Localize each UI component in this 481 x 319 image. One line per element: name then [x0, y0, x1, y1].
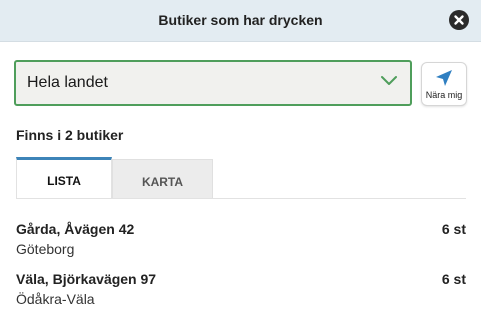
near-me-button[interactable]: Nära mig — [421, 62, 467, 106]
store-quantity: 6 st — [441, 271, 466, 287]
tab-lista[interactable]: LISTA — [16, 157, 112, 199]
result-count: Finns i 2 butiker — [16, 127, 124, 143]
store-name: Gårda, Åvägen 42 — [16, 221, 135, 237]
chevron-down-icon — [381, 76, 397, 85]
store-list-item[interactable]: Väla, Björkavägen 97 Ödåkra-Väla 6 st — [16, 271, 466, 311]
store-list-item[interactable]: Gårda, Åvägen 42 Göteborg 6 st — [16, 221, 466, 261]
location-select[interactable]: Hela landet — [14, 60, 412, 106]
location-arrow-icon — [436, 70, 452, 86]
close-button[interactable] — [449, 10, 469, 30]
close-icon — [454, 15, 464, 25]
store-quantity: 6 st — [441, 221, 466, 237]
near-me-label: Nära mig — [425, 90, 463, 100]
store-city: Ödåkra-Väla — [16, 291, 95, 307]
store-city: Göteborg — [16, 241, 75, 257]
dialog-header: Butiker som har drycken — [0, 0, 481, 42]
tabs-divider — [16, 198, 466, 199]
store-name: Väla, Björkavägen 97 — [16, 271, 157, 287]
dialog-title: Butiker som har drycken — [158, 12, 323, 28]
tab-karta[interactable]: KARTA — [112, 159, 213, 198]
location-select-value: Hela landet — [27, 74, 108, 91]
